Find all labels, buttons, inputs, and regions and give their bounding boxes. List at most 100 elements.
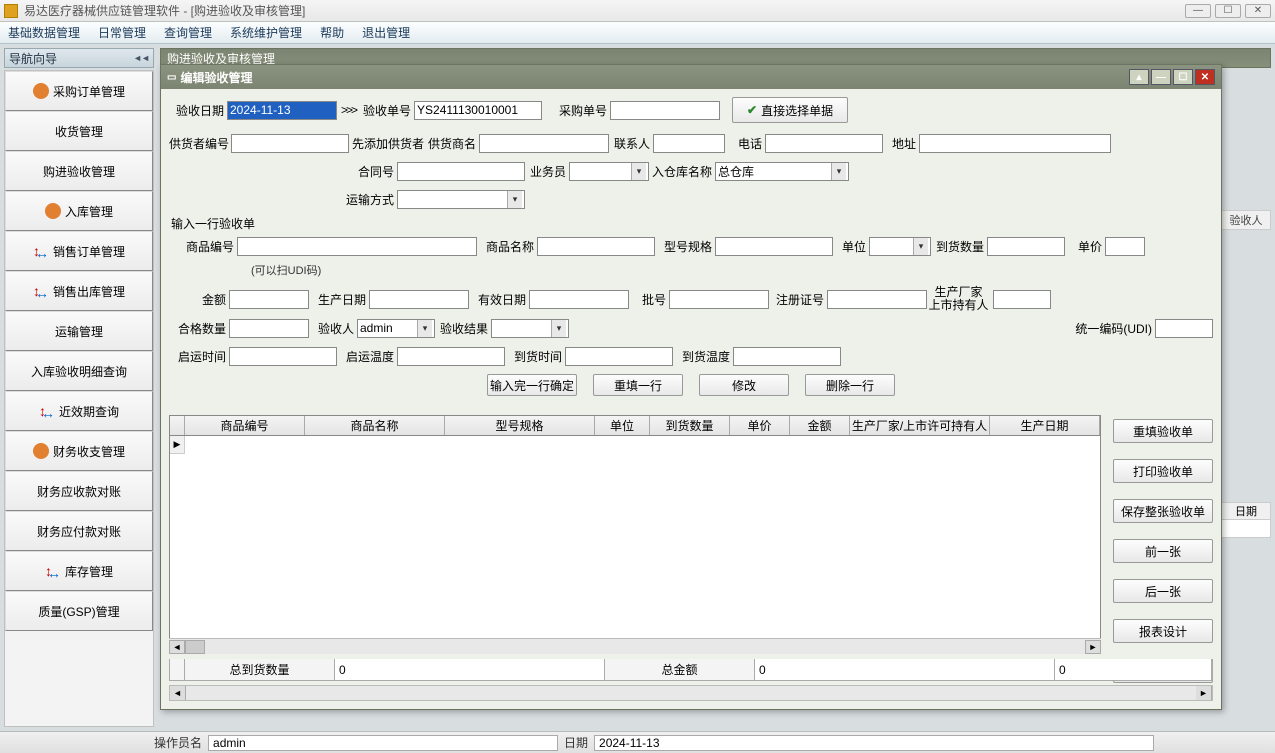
label-add-supplier[interactable]: 先添加供货者 (349, 135, 427, 152)
grid-h-scrollbar[interactable]: ◄ ► (169, 638, 1101, 654)
acceptance-date-input[interactable] (227, 101, 337, 120)
scroll-right-button[interactable]: ► (1196, 686, 1212, 700)
grid-header[interactable]: 单位 (595, 416, 650, 435)
scroll-right-button[interactable]: ► (1085, 640, 1101, 654)
window-close-button[interactable]: ✕ (1245, 4, 1271, 18)
next-doc-button[interactable]: 后一张 (1113, 579, 1213, 603)
warehouse-combo[interactable]: 总仓库 (715, 162, 849, 181)
arrival-temp-input[interactable] (733, 347, 841, 366)
nav-receiving[interactable]: 收货管理 (5, 111, 153, 151)
nav-receivable[interactable]: 财务应收款对账 (5, 471, 153, 511)
prev-doc-button[interactable]: 前一张 (1113, 539, 1213, 563)
grid-header[interactable]: 生产厂家/上市许可持有人 (850, 416, 990, 435)
window-minimize-button[interactable]: — (1185, 4, 1211, 18)
phone-input[interactable] (765, 134, 883, 153)
direct-select-doc-button[interactable]: ✔ 直接选择单据 (732, 97, 848, 123)
purchase-no-input[interactable] (610, 101, 720, 120)
arrival-time-input[interactable] (565, 347, 673, 366)
menu-basic-data[interactable]: 基础数据管理 (8, 24, 80, 41)
inspector-combo[interactable]: admin (357, 319, 435, 338)
product-name-input[interactable] (537, 237, 655, 256)
salesman-combo[interactable] (569, 162, 649, 181)
dialog-titlebar[interactable]: 编辑验收管理 ▴ — ☐ ✕ (161, 65, 1221, 89)
grid-header[interactable]: 金额 (790, 416, 850, 435)
result-combo[interactable] (491, 319, 569, 338)
value-total-qty: 0 (335, 659, 605, 680)
menu-exit[interactable]: 退出管理 (362, 24, 410, 41)
prod-date-input[interactable] (369, 290, 469, 309)
scroll-thumb[interactable] (185, 640, 205, 654)
transport-mode-combo[interactable] (397, 190, 525, 209)
reg-no-input[interactable] (827, 290, 927, 309)
menu-query[interactable]: 查询管理 (164, 24, 212, 41)
menu-daily[interactable]: 日常管理 (98, 24, 146, 41)
modify-line-button[interactable]: 修改 (699, 374, 789, 396)
nav-transport[interactable]: 运输管理 (5, 311, 153, 351)
label-arrival-time: 到货时间 (505, 348, 565, 365)
main-titlebar: 易达医疗器械供应链管理软件 - [购进验收及审核管理] — ☐ ✕ (0, 0, 1275, 22)
nav-collapse-icon[interactable]: ◄◄ (133, 53, 149, 63)
nav-gsp[interactable]: 质量(GSP)管理 (5, 591, 153, 631)
nav-inbound-detail[interactable]: 入库验收明细查询 (5, 351, 153, 391)
background-date-fragment: 日期 (1221, 502, 1271, 538)
valid-date-input[interactable] (529, 290, 629, 309)
nav-inventory[interactable]: 库存管理 (5, 551, 153, 591)
confirm-line-button[interactable]: 输入完一行确定 (487, 374, 577, 396)
udi-input[interactable] (1155, 319, 1213, 338)
dialog-close-button[interactable]: ✕ (1195, 69, 1215, 85)
nav-expiry-query[interactable]: 近效期查询 (5, 391, 153, 431)
print-doc-button[interactable]: 打印验收单 (1113, 459, 1213, 483)
unit-combo[interactable] (869, 237, 931, 256)
refill-doc-button[interactable]: 重填验收单 (1113, 419, 1213, 443)
value-total-3: 0 (1055, 659, 1212, 680)
dialog-maximize-button[interactable]: ☐ (1173, 69, 1193, 85)
supplier-name-input[interactable] (479, 134, 609, 153)
spec-input[interactable] (715, 237, 833, 256)
label-arrival-temp: 到货温度 (673, 348, 733, 365)
nav-sales-out[interactable]: 销售出库管理 (5, 271, 153, 311)
arrival-qty-input[interactable] (987, 237, 1065, 256)
menu-help[interactable]: 帮助 (320, 24, 344, 41)
delete-line-button[interactable]: 删除一行 (805, 374, 895, 396)
contract-no-input[interactable] (397, 162, 525, 181)
depart-temp-input[interactable] (397, 347, 505, 366)
manufacturer-input[interactable] (993, 290, 1051, 309)
nav-payable[interactable]: 财务应付款对账 (5, 511, 153, 551)
nav-purchase-order[interactable]: 采购订单管理 (5, 71, 153, 111)
batch-input[interactable] (669, 290, 769, 309)
grid-header[interactable]: 单价 (730, 416, 790, 435)
unit-price-input[interactable] (1105, 237, 1145, 256)
date-picker-button[interactable]: >>> (337, 103, 360, 117)
depart-time-input[interactable] (229, 347, 337, 366)
grid-header[interactable]: 商品编号 (185, 416, 305, 435)
amount-input[interactable] (229, 290, 309, 309)
dialog-minimize-button[interactable]: — (1151, 69, 1171, 85)
dialog-bottom-scrollbar[interactable]: ◄ ► (169, 685, 1213, 701)
report-design-button[interactable]: 报表设计 (1113, 619, 1213, 643)
grid-header[interactable]: 商品名称 (305, 416, 445, 435)
supplier-code-input[interactable] (231, 134, 349, 153)
grid-header[interactable]: 到货数量 (650, 416, 730, 435)
udi-hint: (可以扫UDI码) (251, 262, 321, 278)
scroll-left-button[interactable]: ◄ (169, 640, 185, 654)
detail-grid[interactable]: 商品编号 商品名称 型号规格 单位 到货数量 单价 金额 生产厂家/上市许可持有… (169, 415, 1101, 653)
grid-header[interactable]: 型号规格 (445, 416, 595, 435)
menu-system[interactable]: 系统维护管理 (230, 24, 302, 41)
dialog-rollup-button[interactable]: ▴ (1129, 69, 1149, 85)
nav-sales-order[interactable]: 销售订单管理 (5, 231, 153, 271)
save-doc-button[interactable]: 保存整张验收单 (1113, 499, 1213, 523)
nav-finance[interactable]: 财务收支管理 (5, 431, 153, 471)
grid-body[interactable]: ▶ (170, 436, 1100, 652)
nav-header[interactable]: 导航向导 ◄◄ (4, 48, 154, 68)
refill-line-button[interactable]: 重填一行 (593, 374, 683, 396)
product-code-input[interactable] (237, 237, 477, 256)
acceptance-no-input[interactable] (414, 101, 542, 120)
scroll-left-button[interactable]: ◄ (170, 686, 186, 700)
grid-header[interactable]: 生产日期 (990, 416, 1100, 435)
address-input[interactable] (919, 134, 1111, 153)
contact-input[interactable] (653, 134, 725, 153)
nav-inbound[interactable]: 入库管理 (5, 191, 153, 231)
qualified-qty-input[interactable] (229, 319, 309, 338)
nav-acceptance[interactable]: 购进验收管理 (5, 151, 153, 191)
window-maximize-button[interactable]: ☐ (1215, 4, 1241, 18)
